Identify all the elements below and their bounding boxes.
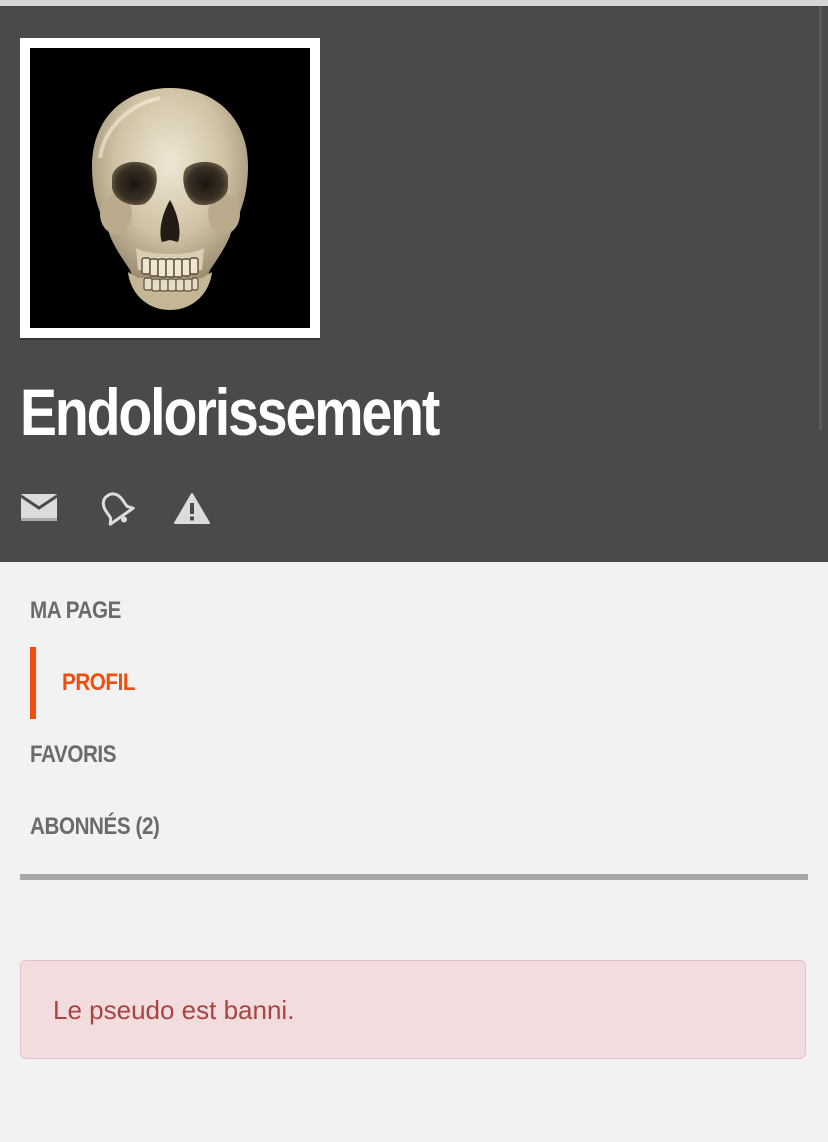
subscribe-button[interactable] bbox=[96, 488, 136, 528]
skull-avatar-image bbox=[30, 48, 310, 328]
nav-item-label: MA PAGE bbox=[30, 597, 122, 624]
nav-item-label: PROFIL bbox=[62, 669, 136, 696]
nav-item-label: FAVORIS bbox=[30, 741, 117, 768]
scrollbar[interactable] bbox=[819, 6, 822, 430]
banned-alert: Le pseudo est banni. bbox=[20, 960, 806, 1059]
nav-item-favoris[interactable]: FAVORIS bbox=[20, 719, 808, 791]
profile-actions bbox=[20, 488, 280, 532]
nav-divider bbox=[20, 874, 808, 880]
active-indicator bbox=[30, 647, 36, 719]
bell-icon bbox=[101, 492, 135, 526]
warning-icon bbox=[174, 493, 210, 524]
nav-item-ma-page[interactable]: MA PAGE bbox=[20, 575, 808, 647]
alert-message: Le pseudo est banni. bbox=[53, 995, 295, 1025]
profile-nav: MA PAGE PROFIL FAVORIS ABONNÉS (2) bbox=[20, 575, 808, 863]
send-message-button[interactable] bbox=[20, 488, 60, 528]
profile-header: Endolorissement bbox=[0, 6, 828, 562]
envelope-icon bbox=[20, 494, 58, 521]
profile-username: Endolorissement bbox=[20, 375, 440, 449]
skull-illustration bbox=[30, 48, 310, 328]
nav-item-abonnes[interactable]: ABONNÉS (2) bbox=[20, 791, 808, 863]
report-button[interactable] bbox=[172, 488, 212, 528]
avatar bbox=[20, 38, 320, 338]
nav-item-profil[interactable]: PROFIL bbox=[20, 647, 808, 719]
nav-item-label: ABONNÉS (2) bbox=[30, 813, 160, 840]
